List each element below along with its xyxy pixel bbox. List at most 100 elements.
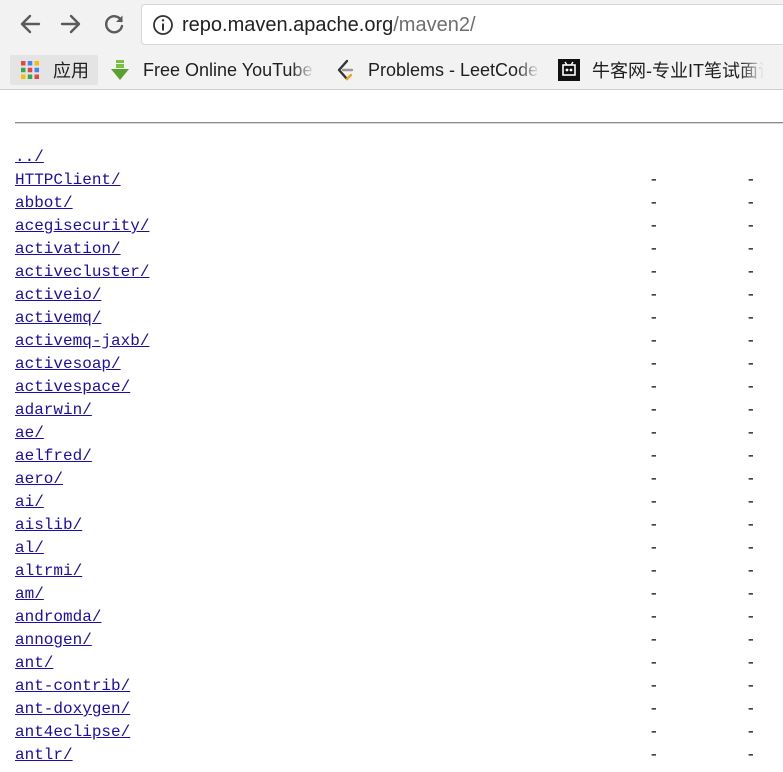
modified-date: - — [649, 378, 659, 396]
listing-row: activecluster/ - - — [15, 261, 783, 284]
page-content: ../ HTTPClient/ - - abbot/ - - acegisecurity/ - -… — [0, 90, 783, 772]
listing-row: activation/ - - — [15, 238, 783, 261]
listing-row: activemq/ - - — [15, 307, 783, 330]
back-arrow-icon — [20, 14, 41, 34]
forward-button[interactable] — [55, 8, 87, 40]
listing-row: activesoap/ - - — [15, 353, 783, 376]
listing-row: acegisecurity/ - - — [15, 215, 783, 238]
file-size: - — [746, 470, 756, 488]
modified-date: - — [649, 631, 659, 649]
directory-link[interactable]: ant/ — [15, 654, 53, 672]
modified-date: - — [649, 332, 659, 350]
apps-grid-icon — [19, 59, 41, 81]
reload-icon — [105, 15, 124, 34]
file-size: - — [746, 240, 756, 258]
modified-date: - — [649, 424, 659, 442]
listing-row: ant-doxygen/ - - — [15, 698, 783, 721]
directory-listing: ../ HTTPClient/ - - abbot/ - - acegisecurity/ - -… — [15, 146, 783, 767]
listing-row: HTTPClient/ - - — [15, 169, 783, 192]
file-size: - — [746, 401, 756, 419]
directory-link[interactable]: aislib/ — [15, 516, 82, 534]
download-arrow-icon — [109, 59, 131, 81]
directory-link[interactable]: aelfred/ — [15, 447, 92, 465]
listing-row: ant4eclipse/ - - — [15, 721, 783, 744]
leetcode-icon — [334, 59, 356, 81]
bookmark-label: Problems - LeetCode — [368, 59, 539, 80]
directory-link[interactable]: annogen/ — [15, 631, 92, 649]
file-size: - — [746, 585, 756, 603]
directory-link[interactable]: ai/ — [15, 493, 44, 511]
listing-row: annogen/ - - — [15, 629, 783, 652]
listing-row: aislib/ - - — [15, 514, 783, 537]
directory-link[interactable]: aero/ — [15, 470, 63, 488]
file-size: - — [746, 355, 756, 373]
directory-link[interactable]: activespace/ — [15, 378, 130, 396]
forward-arrow-icon — [60, 14, 81, 34]
listing-row: aero/ - - — [15, 468, 783, 491]
directory-link[interactable]: HTTPClient/ — [15, 171, 121, 189]
directory-link[interactable]: activeio/ — [15, 286, 101, 304]
directory-link[interactable]: adarwin/ — [15, 401, 92, 419]
file-size: - — [746, 700, 756, 718]
file-size: - — [746, 516, 756, 534]
directory-link[interactable]: ant-doxygen/ — [15, 700, 130, 718]
bookmark-free-online-youtube[interactable]: Free Online YouTube — [109, 55, 315, 85]
directory-link[interactable]: activation/ — [15, 240, 121, 258]
listing-row: ../ — [15, 146, 783, 169]
modified-date: - — [649, 654, 659, 672]
directory-link[interactable]: activecluster/ — [15, 263, 149, 281]
file-size: - — [746, 677, 756, 695]
nowcoder-icon — [558, 59, 580, 81]
listing-row: ae/ - - — [15, 422, 783, 445]
directory-link[interactable]: activemq-jaxb/ — [15, 332, 149, 350]
modified-date: - — [649, 309, 659, 327]
file-size: - — [746, 608, 756, 626]
modified-date: - — [649, 562, 659, 580]
directory-link[interactable]: al/ — [15, 539, 44, 557]
modified-date: - — [649, 700, 659, 718]
directory-link[interactable]: antlr/ — [15, 746, 73, 764]
file-size: - — [746, 263, 756, 281]
directory-link[interactable]: activesoap/ — [15, 355, 121, 373]
modified-date: - — [649, 677, 659, 695]
listing-row: activespace/ - - — [15, 376, 783, 399]
listing-row: activemq-jaxb/ - - — [15, 330, 783, 353]
file-size: - — [746, 631, 756, 649]
modified-date: - — [649, 217, 659, 235]
modified-date: - — [649, 401, 659, 419]
modified-date: - — [649, 723, 659, 741]
file-size: - — [746, 493, 756, 511]
listing-row: altrmi/ - - — [15, 560, 783, 583]
bookmark-leetcode[interactable]: Problems - LeetCode — [334, 55, 540, 85]
directory-link[interactable]: ae/ — [15, 424, 44, 442]
parent-directory-link[interactable]: ../ — [15, 148, 44, 166]
modified-date: - — [649, 171, 659, 189]
file-size: - — [746, 217, 756, 235]
browser-toolbar: repo.maven.apache.org/maven2/ — [0, 0, 783, 50]
modified-date: - — [649, 355, 659, 373]
directory-link[interactable]: ant4eclipse/ — [15, 723, 130, 741]
bookmark-label: 牛客网-专业IT笔试面试 — [592, 61, 764, 81]
file-size: - — [746, 194, 756, 212]
directory-link[interactable]: andromda/ — [15, 608, 101, 626]
address-bar[interactable]: repo.maven.apache.org/maven2/ — [141, 4, 783, 45]
bookmarks-bar: 应用 Free Online YouTube Problems - LeetCo… — [0, 50, 783, 90]
directory-link[interactable]: ant-contrib/ — [15, 677, 130, 695]
bookmark-label: 应用 — [53, 61, 89, 81]
url-text[interactable]: repo.maven.apache.org/maven2/ — [182, 13, 476, 37]
directory-link[interactable]: acegisecurity/ — [15, 217, 149, 235]
bookmark-apps[interactable]: 应用 — [10, 55, 98, 85]
bookmark-nowcoder[interactable]: 牛客网-专业IT笔试面试 — [558, 55, 764, 85]
listing-row: am/ - - — [15, 583, 783, 606]
horizontal-rule — [15, 122, 783, 124]
back-button[interactable] — [14, 8, 46, 40]
listing-row: activeio/ - - — [15, 284, 783, 307]
directory-link[interactable]: am/ — [15, 585, 44, 603]
bookmark-label: Free Online YouTube — [143, 59, 313, 80]
info-icon[interactable] — [152, 14, 174, 36]
modified-date: - — [649, 539, 659, 557]
directory-link[interactable]: abbot/ — [15, 194, 73, 212]
directory-link[interactable]: activemq/ — [15, 309, 101, 327]
directory-link[interactable]: altrmi/ — [15, 562, 82, 580]
reload-button[interactable] — [98, 8, 130, 40]
